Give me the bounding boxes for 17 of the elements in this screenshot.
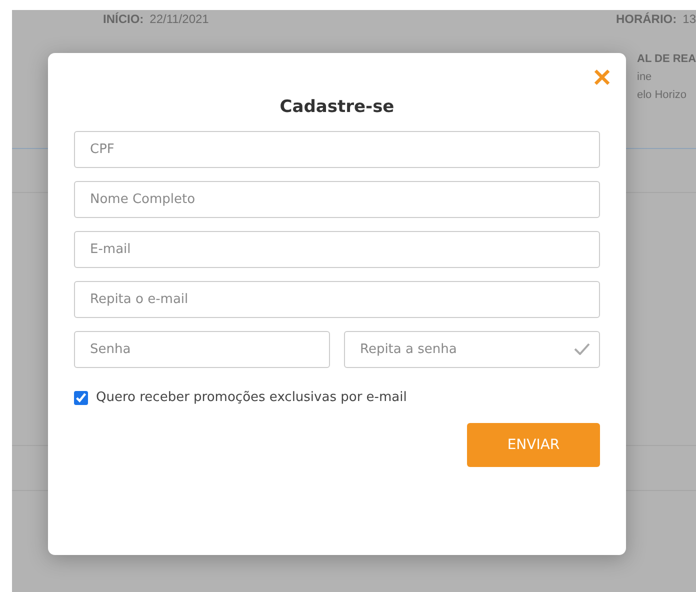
optin-label: Quero receber promoções exclusivas por e-mail — [96, 390, 407, 405]
dialog-title: Cadastre-se — [278, 97, 396, 117]
start-date: 22/11/2021 — [150, 12, 209, 26]
input-field[interactable]: E-mail — [74, 231, 600, 268]
input-field[interactable]: Nome Completo — [74, 181, 600, 218]
time-label: HORÁRIO: — [616, 12, 677, 26]
place-text: elo Horizo — [637, 89, 688, 101]
time-value: 13 — [682, 12, 696, 26]
start-label: INÍCIO: — [103, 12, 144, 26]
submit-button[interactable]: ENVIAR — [467, 423, 600, 467]
input-field[interactable]: Repita a senha — [344, 331, 600, 368]
place-label: AL DE REA — [637, 53, 696, 65]
input-field[interactable]: Senha — [74, 331, 330, 368]
input-field[interactable]: Repita o e-mail — [74, 281, 600, 318]
place-text: ine — [637, 71, 653, 83]
input-field[interactable]: CPF — [74, 131, 600, 168]
optin-checkbox[interactable] — [74, 390, 88, 404]
